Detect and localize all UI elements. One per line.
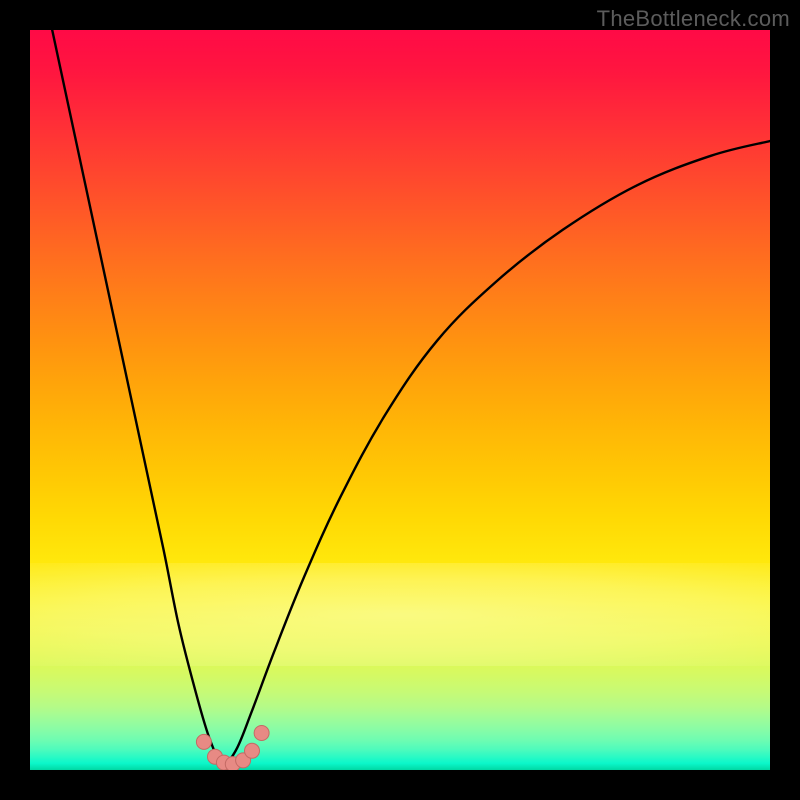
chart-svg <box>30 30 770 770</box>
valley-marker <box>245 743 260 758</box>
plot-area <box>30 30 770 770</box>
left-branch-curve <box>52 30 222 770</box>
right-branch-curve <box>222 141 770 770</box>
watermark-text: TheBottleneck.com <box>597 6 790 32</box>
valley-marker <box>254 726 269 741</box>
valley-marker <box>196 734 211 749</box>
chart-frame: TheBottleneck.com <box>0 0 800 800</box>
